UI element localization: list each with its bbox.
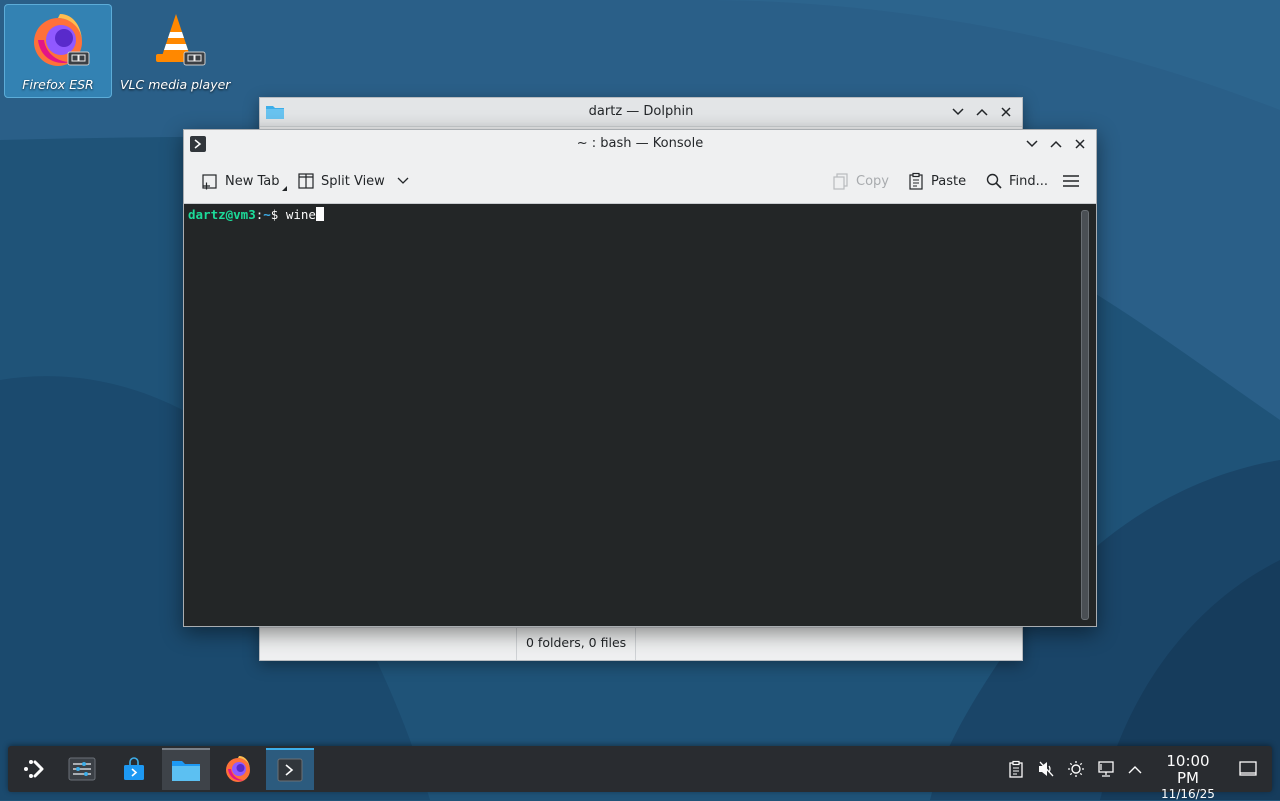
folder-icon <box>172 761 200 781</box>
dolphin-close-button[interactable] <box>996 102 1016 122</box>
taskbar-system-settings[interactable] <box>58 748 106 790</box>
new-tab-label: New Tab <box>225 173 280 189</box>
tray-expander[interactable] <box>1122 746 1148 792</box>
desktop-icon-vlc[interactable]: VLC media player <box>120 4 231 98</box>
paste-label: Paste <box>931 173 967 189</box>
chevron-down-icon <box>1026 140 1038 148</box>
shopping-bag-icon <box>124 757 144 780</box>
tray-brightness[interactable] <box>1063 746 1089 792</box>
tray-network[interactable] <box>1093 746 1119 792</box>
paste-button[interactable]: Paste <box>907 167 966 195</box>
tray-clipboard[interactable] <box>1003 746 1029 792</box>
taskbar-dolphin[interactable] <box>162 748 210 790</box>
dropdown-corner-icon <box>281 185 287 191</box>
terminal-icon <box>277 758 303 782</box>
chevron-up-icon <box>1128 765 1142 773</box>
terminal-scrollbar[interactable] <box>1081 210 1089 620</box>
clipboard-icon <box>1009 760 1023 778</box>
dolphin-maximize-button[interactable] <box>972 102 992 122</box>
copy-button[interactable]: Copy <box>832 167 889 195</box>
taskbar-konsole[interactable] <box>266 748 314 790</box>
desktop-icon-label: VLC media player <box>120 77 231 92</box>
new-tab-icon <box>202 174 217 190</box>
new-tab-button[interactable]: New Tab <box>201 167 287 195</box>
konsole-maximize-button[interactable] <box>1046 134 1066 154</box>
chevron-up-icon <box>1050 140 1062 148</box>
hamburger-menu-icon <box>1063 175 1079 187</box>
application-launcher-button[interactable] <box>10 748 58 790</box>
hamburger-menu-button[interactable] <box>1062 167 1080 195</box>
find-button[interactable]: Find... <box>985 167 1048 195</box>
taskbar-discover[interactable] <box>110 748 158 790</box>
tray-volume[interactable] <box>1033 746 1059 792</box>
dolphin-status-text: 0 folders, 0 files <box>516 628 637 660</box>
split-view-label: Split View <box>321 173 385 189</box>
taskbar: 10:00 PM 11/16/25 <box>8 746 1272 801</box>
split-view-icon <box>298 173 314 189</box>
dolphin-titlebar[interactable]: dartz — Dolphin <box>260 98 1022 127</box>
show-desktop-icon <box>1239 761 1257 776</box>
terminal-cursor <box>315 207 324 221</box>
network-wired-icon <box>1098 761 1114 777</box>
prompt-user-host: dartz@vm3 <box>188 207 256 222</box>
volume-muted-icon <box>1039 761 1054 777</box>
konsole-minimize-button[interactable] <box>1022 134 1042 154</box>
chevron-down-icon <box>397 177 409 184</box>
konsole-window[interactable]: ~ : bash — Konsole New Tab Split View Co… <box>183 129 1097 627</box>
find-label: Find... <box>1009 173 1049 189</box>
clock-time: 10:00 PM <box>1166 752 1210 787</box>
launcher-icon <box>24 760 44 778</box>
desktop-icon-label: Firefox ESR <box>22 77 94 92</box>
dolphin-window-title: dartz — Dolphin <box>588 104 694 119</box>
terminal-prompt-line: dartz@vm3:~$ wine <box>188 207 324 222</box>
digital-clock[interactable]: 10:00 PM 11/16/25 <box>1154 753 1222 801</box>
settings-sliders-icon <box>68 757 96 781</box>
taskbar-firefox[interactable] <box>214 748 262 790</box>
firefox-icon <box>34 14 90 66</box>
dolphin-statusbar: 0 folders, 0 files <box>260 627 1022 660</box>
konsole-titlebar[interactable]: ~ : bash — Konsole <box>184 130 1096 158</box>
terminal-command: wine <box>285 207 316 222</box>
chevron-up-icon <box>976 108 988 116</box>
konsole-toolbar: New Tab Split View Copy Paste Find... <box>184 158 1096 204</box>
prompt-dollar: $ <box>270 207 286 222</box>
terminal-area[interactable]: dartz@vm3:~$ wine <box>184 204 1096 626</box>
paste-icon <box>909 172 923 190</box>
dolphin-minimize-button[interactable] <box>948 102 968 122</box>
close-icon <box>1001 107 1011 117</box>
prompt-path: ~ <box>263 207 271 222</box>
split-view-button[interactable]: Split View <box>297 167 409 195</box>
desktop-icon-firefox[interactable]: Firefox ESR <box>4 4 112 98</box>
vlc-cone-icon <box>156 14 206 66</box>
konsole-close-button[interactable] <box>1070 134 1090 154</box>
clock-date: 11/16/25 <box>1161 787 1215 801</box>
show-desktop-button[interactable] <box>1235 746 1261 792</box>
firefox-icon <box>226 756 250 782</box>
konsole-window-title: ~ : bash — Konsole <box>576 136 704 151</box>
close-icon <box>1075 139 1085 149</box>
chevron-down-icon <box>952 108 964 116</box>
brightness-icon <box>1068 761 1084 777</box>
copy-label: Copy <box>856 173 889 189</box>
copy-icon <box>833 173 848 190</box>
search-icon <box>986 173 1002 189</box>
